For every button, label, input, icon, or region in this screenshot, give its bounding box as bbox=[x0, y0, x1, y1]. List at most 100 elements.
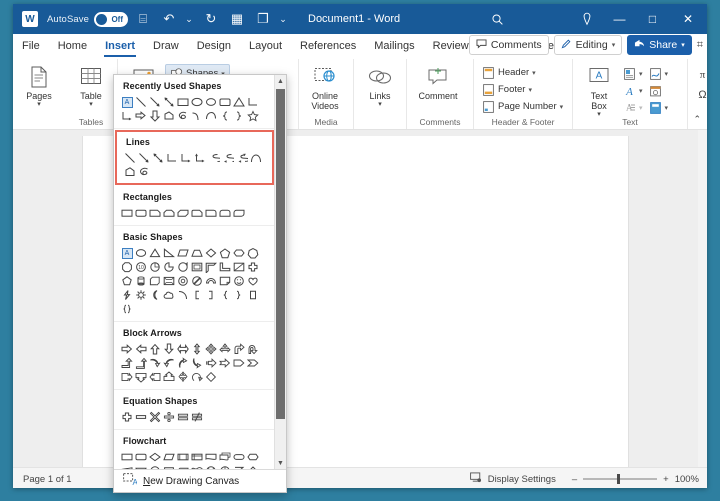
page-count-label[interactable]: Page 1 of 1 bbox=[23, 474, 72, 485]
shape-moon[interactable] bbox=[149, 289, 162, 302]
shape-elbow-arrow-connector[interactable] bbox=[121, 110, 134, 123]
shape-line-double-arrow[interactable] bbox=[163, 96, 176, 109]
shape-right-arrow[interactable] bbox=[121, 343, 134, 356]
shape-line-double-arrow[interactable] bbox=[152, 152, 165, 165]
format-painter-icon[interactable]: ❐ bbox=[252, 8, 274, 30]
shape-down-arrow[interactable] bbox=[149, 110, 162, 123]
shape-elbow-arrow-connector[interactable] bbox=[180, 152, 193, 165]
shape-u-turn-arrow[interactable] bbox=[247, 343, 260, 356]
shape-line[interactable] bbox=[135, 96, 148, 109]
shape-flowchart-internal-storage[interactable] bbox=[191, 451, 204, 464]
shape-triangle[interactable] bbox=[149, 247, 162, 260]
display-settings-icon[interactable] bbox=[469, 472, 482, 486]
shape-cloud[interactable] bbox=[163, 289, 176, 302]
shape-circular-arrow[interactable] bbox=[191, 371, 204, 384]
zoom-slider-thumb[interactable] bbox=[617, 474, 621, 484]
shape-trapezoid[interactable] bbox=[191, 247, 204, 260]
shape-scribble[interactable] bbox=[138, 166, 151, 179]
zoom-out-button[interactable]: – bbox=[572, 474, 577, 485]
shape-teardrop[interactable] bbox=[177, 261, 190, 274]
undo-icon[interactable]: ↶ bbox=[158, 8, 180, 30]
tab-layout[interactable]: Layout bbox=[240, 34, 291, 58]
shape-up-down-arrow[interactable] bbox=[191, 343, 204, 356]
shape-elbow-double-arrow-connector[interactable] bbox=[194, 152, 207, 165]
shape-flowchart-document[interactable] bbox=[205, 451, 218, 464]
shape-curve[interactable] bbox=[250, 152, 263, 165]
shape-star-5[interactable] bbox=[247, 110, 260, 123]
shape-snip-and-round-single-corner-rectangle[interactable] bbox=[191, 207, 204, 220]
shape-sun[interactable] bbox=[135, 289, 148, 302]
shape-curved-up-arrow[interactable] bbox=[177, 357, 190, 370]
online-videos-button[interactable]: Online Videos bbox=[304, 62, 346, 111]
shape-double-brace[interactable] bbox=[121, 303, 134, 316]
display-settings-label[interactable]: Display Settings bbox=[488, 474, 556, 485]
shape-freeform[interactable] bbox=[163, 110, 176, 123]
shape-flowchart-terminator[interactable] bbox=[233, 451, 246, 464]
shape-round-same-side-corner-rectangle[interactable] bbox=[219, 207, 232, 220]
shapes-dropdown-scrollbar[interactable]: ▲ ▼ bbox=[274, 75, 286, 469]
date-time-button[interactable] bbox=[646, 82, 665, 99]
shape-left-brace-basic[interactable] bbox=[219, 289, 232, 302]
tab-file[interactable]: File bbox=[13, 34, 49, 58]
collapse-ribbon-button[interactable]: ⌃ bbox=[693, 114, 701, 125]
shape-down-arrow-callout[interactable] bbox=[135, 371, 148, 384]
shape-right-arrow-callout[interactable] bbox=[121, 371, 134, 384]
shape-frame[interactable] bbox=[191, 261, 204, 274]
shape-smiley-face[interactable] bbox=[233, 275, 246, 288]
shape-bevel[interactable] bbox=[163, 275, 176, 288]
shape-right-brace[interactable] bbox=[233, 110, 246, 123]
shape-striped-right-arrow[interactable] bbox=[205, 357, 218, 370]
shape-flowchart-collate[interactable] bbox=[233, 465, 246, 469]
account-icon[interactable] bbox=[570, 4, 603, 34]
shape-diagonal-stripe[interactable] bbox=[233, 261, 246, 274]
customize-quick-access-icon[interactable]: ⌄ bbox=[276, 8, 290, 30]
shape-scribble[interactable] bbox=[177, 110, 190, 123]
pages-button[interactable]: Pages ▾ bbox=[18, 62, 60, 109]
shape-decagon[interactable]: 10 bbox=[135, 261, 148, 274]
shape-right-triangle[interactable] bbox=[163, 247, 176, 260]
shape-right-arrow[interactable] bbox=[135, 110, 148, 123]
shape-pie[interactable] bbox=[149, 261, 162, 274]
shape-right-brace-basic[interactable] bbox=[233, 289, 246, 302]
shape-chevron[interactable] bbox=[247, 357, 260, 370]
shape-flowchart-process[interactable] bbox=[121, 451, 134, 464]
comments-button[interactable]: Comments bbox=[468, 35, 549, 55]
shape-flowchart-or[interactable] bbox=[219, 465, 232, 469]
object-button[interactable]: ▾ bbox=[646, 99, 672, 116]
shape-flowchart-summing-junction[interactable] bbox=[205, 465, 218, 469]
shape-snip-diagonal-corner-rectangle[interactable] bbox=[177, 207, 190, 220]
shape-cube[interactable] bbox=[149, 275, 162, 288]
shape-left-bracket[interactable] bbox=[191, 289, 204, 302]
scroll-up-icon[interactable]: ▲ bbox=[275, 75, 286, 87]
shape-rectangle[interactable] bbox=[121, 207, 134, 220]
table-draw-icon[interactable]: ▦ bbox=[226, 8, 248, 30]
tab-home[interactable]: Home bbox=[49, 34, 96, 58]
shape-pentagon[interactable] bbox=[219, 247, 232, 260]
shape-no-symbol[interactable] bbox=[191, 275, 204, 288]
shape-lightning-bolt[interactable] bbox=[121, 289, 134, 302]
shape-line-arrow[interactable] bbox=[149, 96, 162, 109]
new-drawing-canvas-item[interactable]: A New Drawing Canvas bbox=[114, 469, 286, 492]
shape-flowchart-predefined-process[interactable] bbox=[177, 451, 190, 464]
shape-oval[interactable] bbox=[135, 247, 148, 260]
shape-divide[interactable] bbox=[163, 411, 176, 424]
shape-curved-left-arrow[interactable] bbox=[163, 357, 176, 370]
symbol-button[interactable]: Ω Symbol ▾ bbox=[693, 86, 707, 103]
shape-bent-up-arrow[interactable] bbox=[135, 357, 148, 370]
shape-flowchart-multidocument[interactable] bbox=[219, 451, 232, 464]
signature-line-button[interactable]: ▾ bbox=[646, 65, 672, 82]
shape-right-bracket[interactable] bbox=[205, 289, 218, 302]
quick-parts-button[interactable]: ▾ bbox=[620, 65, 646, 82]
shape-flowchart-decision[interactable] bbox=[149, 451, 162, 464]
zoom-level-label[interactable]: 100% bbox=[675, 474, 699, 485]
tab-mailings[interactable]: Mailings bbox=[365, 34, 423, 58]
links-button[interactable]: Links ▾ bbox=[359, 62, 401, 109]
shape-folded-corner[interactable] bbox=[219, 275, 232, 288]
shape-snip-single-corner-rectangle[interactable] bbox=[149, 207, 162, 220]
shape-curve[interactable] bbox=[191, 110, 204, 123]
drop-cap-button[interactable]: A ▾ bbox=[620, 99, 646, 116]
minimize-button[interactable]: — bbox=[603, 4, 636, 34]
shape-flowchart-manual-operation[interactable] bbox=[135, 465, 148, 469]
autosave-toggle[interactable]: Off bbox=[94, 11, 128, 27]
tab-insert[interactable]: Insert bbox=[96, 34, 144, 58]
